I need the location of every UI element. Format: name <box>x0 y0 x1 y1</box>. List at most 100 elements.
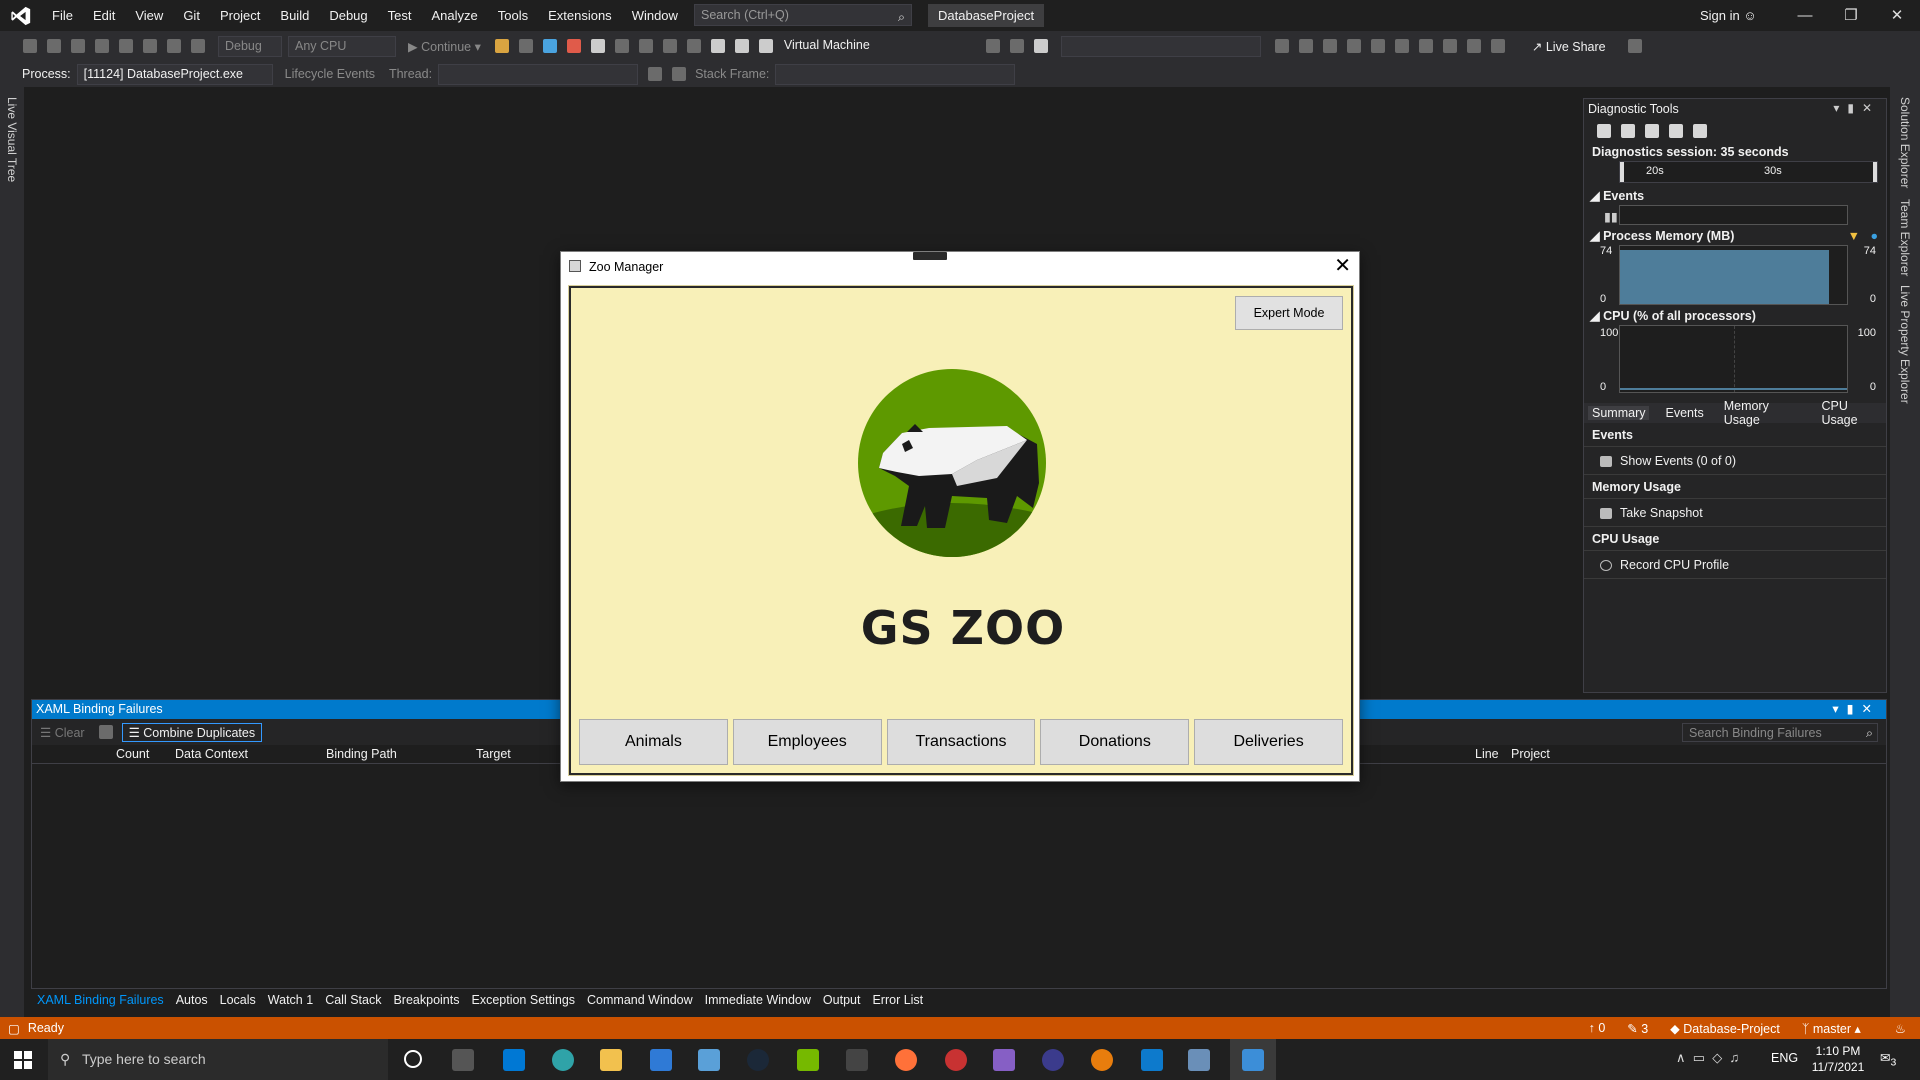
xaml-panel-controls[interactable]: ▾▮✕ <box>1832 700 1880 719</box>
timeline-start-handle[interactable] <box>1620 162 1624 182</box>
restart-icon[interactable] <box>590 39 605 53</box>
layout-icon[interactable] <box>1466 39 1481 53</box>
file-explorer-icon[interactable] <box>600 1049 622 1071</box>
reset-zoom-icon[interactable] <box>1693 124 1707 138</box>
close-icon[interactable]: ✕ <box>1334 252 1351 280</box>
feedback-icon[interactable] <box>1627 39 1642 53</box>
action-center-icon[interactable]: ✉3 <box>1880 1050 1896 1069</box>
take-snapshot-link[interactable]: Take Snapshot <box>1584 499 1886 527</box>
branch-selector[interactable]: ᛉ master ▴ <box>1802 1021 1861 1036</box>
store-icon[interactable] <box>503 1049 525 1071</box>
continue-button[interactable]: ▶ Continue ▾ <box>408 39 481 54</box>
col-binding-path[interactable]: Binding Path <box>326 747 397 761</box>
global-search-input[interactable]: Search (Ctrl+Q) ⌕ <box>694 4 912 26</box>
tab-immediate-window[interactable]: Immediate Window <box>699 989 817 1011</box>
red-app-icon[interactable] <box>945 1049 967 1071</box>
open-folder-icon[interactable] <box>95 39 109 53</box>
forward-icon[interactable] <box>47 39 61 53</box>
menu-analyze[interactable]: Analyze <box>421 0 487 31</box>
menu-tools[interactable]: Tools <box>488 0 538 31</box>
combine-duplicates-toggle[interactable]: ☰ Combine Duplicates <box>121 722 263 742</box>
tab-locals[interactable]: Locals <box>214 989 262 1011</box>
process-icon[interactable] <box>494 39 509 53</box>
col-target[interactable]: Target <box>476 747 511 761</box>
tab-error-list[interactable]: Error List <box>866 989 929 1011</box>
pending-changes[interactable]: ✎ 3 <box>1627 1021 1648 1036</box>
tab-call-stack[interactable]: Call Stack <box>319 989 387 1011</box>
game-icon[interactable] <box>846 1049 868 1071</box>
flag-icon[interactable] <box>672 67 687 81</box>
step-out-icon[interactable] <box>662 39 677 53</box>
zoom-out-icon[interactable] <box>1669 124 1683 138</box>
push-icon[interactable] <box>1346 39 1361 53</box>
zoo-manager-taskbar-button[interactable] <box>1230 1039 1276 1080</box>
step-into-icon[interactable] <box>638 39 653 53</box>
live-property-explorer-tab[interactable]: Live Property Explorer <box>1898 285 1912 404</box>
blender-icon[interactable] <box>1091 1049 1113 1071</box>
menu-project[interactable]: Project <box>210 0 270 31</box>
solution-explorer-tab[interactable]: Solution Explorer <box>1898 97 1912 188</box>
tab-output[interactable]: Output <box>817 989 867 1011</box>
visual-studio-taskbar-icon[interactable] <box>993 1049 1015 1071</box>
filter-icon[interactable] <box>648 67 663 81</box>
timeline-end-handle[interactable] <box>1873 162 1877 182</box>
windows-start-icon[interactable] <box>14 1051 32 1069</box>
tab-summary[interactable]: Summary <box>1588 406 1650 420</box>
lifecycle-events-dropdown[interactable]: Lifecycle Events <box>285 67 375 81</box>
deliveries-button[interactable]: Deliveries <box>1194 719 1343 765</box>
unpushed-commits[interactable]: ↑ 0 <box>1589 1021 1606 1035</box>
taskbar-search-box[interactable]: ⚲ Type here to search <box>48 1039 388 1080</box>
commit-icon[interactable] <box>1322 39 1337 53</box>
filter-icon[interactable] <box>98 725 113 739</box>
clock[interactable]: 1:10 PM 11/7/2021 <box>1806 1043 1870 1075</box>
minimize-button[interactable]: — <box>1782 0 1828 31</box>
employees-button[interactable]: Employees <box>732 719 882 765</box>
menu-view[interactable]: View <box>125 0 173 31</box>
donations-button[interactable]: Donations <box>1040 719 1190 765</box>
pencil-icon[interactable] <box>1009 39 1024 53</box>
live-share-button[interactable]: ↗ Live Share <box>1532 39 1606 54</box>
app-icon[interactable] <box>1188 1049 1210 1071</box>
eclipse-icon[interactable] <box>1042 1049 1064 1071</box>
animals-button[interactable]: Animals <box>579 719 728 765</box>
menu-git[interactable]: Git <box>173 0 210 31</box>
menu-build[interactable]: Build <box>270 0 319 31</box>
process-dropdown[interactable]: [11124] DatabaseProject.exe <box>76 63 273 85</box>
live-visual-tree-tab[interactable]: Live Visual Tree <box>5 97 19 182</box>
col-project[interactable]: Project <box>1511 747 1550 761</box>
stop-icon[interactable] <box>566 39 581 53</box>
restore-button[interactable]: ❐ <box>1828 0 1874 31</box>
attach-icon[interactable] <box>985 39 1000 53</box>
team-explorer-tab[interactable]: Team Explorer <box>1898 199 1912 276</box>
panel-controls[interactable]: ▾▮✕ <box>1833 101 1880 115</box>
tab-autos[interactable]: Autos <box>170 989 214 1011</box>
col-line[interactable]: Line <box>1475 747 1499 761</box>
hot-reload-icon[interactable] <box>686 39 701 53</box>
record-cpu-profile-link[interactable]: Record CPU Profile <box>1584 551 1886 579</box>
cortana-icon[interactable] <box>404 1050 422 1068</box>
menu-window[interactable]: Window <box>622 0 688 31</box>
sign-in-link[interactable]: Sign in ☺ <box>1700 0 1757 31</box>
configuration-dropdown[interactable]: Debug <box>218 35 282 57</box>
menu-file[interactable]: File <box>42 0 83 31</box>
branch-icon[interactable] <box>1298 39 1313 53</box>
thread-icon[interactable] <box>710 39 725 53</box>
tab-events[interactable]: Events <box>1661 406 1707 420</box>
clear-button[interactable]: ☰ Clear <box>40 725 85 740</box>
col-count[interactable]: Count <box>116 747 149 761</box>
refresh-icon[interactable] <box>1442 39 1457 53</box>
timeline-ruler[interactable]: 20s 30s <box>1619 161 1878 183</box>
gear-icon[interactable] <box>1597 124 1611 138</box>
remote-desktop-icon[interactable] <box>698 1049 720 1071</box>
save-icon[interactable] <box>119 39 133 53</box>
menu-extensions[interactable]: Extensions <box>538 0 622 31</box>
undo-icon[interactable] <box>167 39 181 53</box>
back-icon[interactable] <box>23 39 37 53</box>
pause-icon[interactable] <box>542 39 557 53</box>
stack-frame-dropdown[interactable] <box>775 63 1016 85</box>
transactions-button[interactable]: Transactions <box>886 719 1036 765</box>
window-icon[interactable] <box>734 39 749 53</box>
notifications-bell-icon[interactable]: ♨ <box>1895 1021 1906 1036</box>
edge-icon[interactable] <box>552 1049 574 1071</box>
new-project-icon[interactable] <box>71 39 85 53</box>
